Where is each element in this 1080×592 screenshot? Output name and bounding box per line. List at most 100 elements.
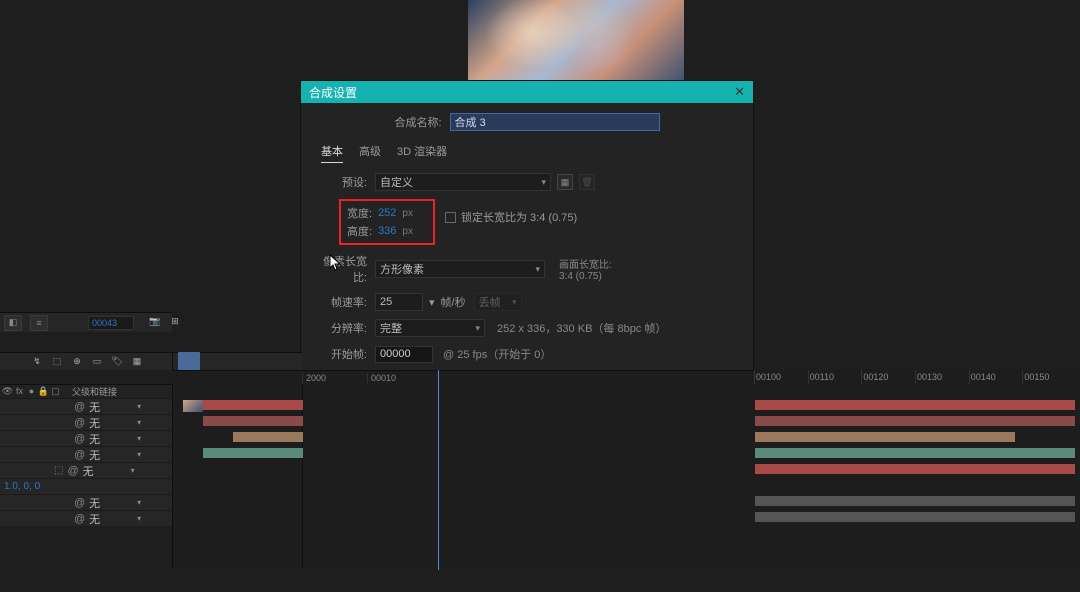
layer-row[interactable]: ⬚@ 无▾	[0, 462, 172, 478]
layer-row[interactable]: @ 无▾	[0, 510, 172, 526]
dropframe-select: 丢帧 ▾	[474, 293, 522, 311]
pixel-aspect-label: 像素长宽比:	[319, 253, 375, 285]
chevron-down-icon[interactable]: ▾	[131, 466, 135, 475]
cube-icon: ⬚	[54, 465, 63, 476]
fps-unit: 帧/秒	[441, 294, 466, 310]
solo-icon: ●	[26, 386, 37, 397]
chevron-down-icon[interactable]: ▾	[137, 418, 141, 427]
start-info: @ 25 fps（开始于 0）	[443, 346, 551, 362]
clip-bar[interactable]	[755, 416, 1075, 426]
composition-preview	[468, 0, 684, 84]
pickwhip-icon[interactable]: @	[74, 449, 85, 461]
delete-preset-icon: 🗑	[579, 174, 595, 190]
layer-list: @ 无▾ @ 无▾ @ 无▾ @ 无▾ ⬚@ 无▾	[0, 398, 172, 478]
label-icon: ▢	[50, 386, 61, 397]
clip-bar[interactable]	[203, 448, 303, 458]
eye-icon: 👁	[2, 386, 13, 397]
tabs: 基本 高级 3D 渲染器	[319, 143, 735, 163]
tool-icon[interactable]: ▭	[90, 355, 104, 369]
tool-icon[interactable]: ≡	[30, 315, 48, 331]
toolbar-row-1: ◧ ≡	[0, 312, 172, 332]
height-label: 高度:	[347, 223, 372, 239]
preset-select[interactable]: 自定义 ▾	[375, 173, 551, 191]
pickwhip-icon[interactable]: @	[74, 513, 85, 525]
tool-icon[interactable]: ↯	[30, 355, 44, 369]
preset-label: 预设:	[319, 174, 375, 190]
resolution-info: 252 x 336，330 KB（每 8bpc 帧）	[497, 320, 666, 336]
layer-thumbnail	[183, 400, 203, 412]
chevron-down-icon[interactable]: ▾	[137, 514, 141, 523]
tab-advanced[interactable]: 高级	[359, 143, 381, 163]
lock-aspect-checkbox[interactable]	[445, 212, 456, 223]
clip-bar[interactable]	[203, 416, 303, 426]
toolbar-row-2: ↯ ⬚ ⊕ ▭ 🏷 ▦	[0, 352, 172, 370]
layer-row[interactable]: @ 无▾	[0, 398, 172, 414]
fps-select[interactable]: 25	[375, 293, 423, 311]
resolution-label: 分辨率:	[319, 320, 375, 336]
layer-row[interactable]: @ 无▾	[0, 414, 172, 430]
transform-value[interactable]: 1.0, 0, 0	[0, 478, 172, 494]
tool-icon[interactable]: ◧	[4, 315, 22, 331]
fx-icon: fx	[14, 386, 25, 397]
time-ruler-right[interactable]: 00100 00110 00120 00130 00140 00150	[754, 370, 1076, 384]
clip-bar[interactable]	[755, 400, 1075, 410]
dialog-title: 合成设置	[309, 84, 357, 101]
chevron-down-icon[interactable]: ▾	[137, 434, 141, 443]
clip-bar[interactable]	[755, 512, 1075, 522]
layer-row[interactable]: @ 无▾	[0, 494, 172, 510]
chevron-down-icon: ▾	[541, 177, 546, 188]
height-value[interactable]: 336	[378, 225, 396, 237]
comp-name-label: 合成名称:	[394, 114, 449, 130]
start-timecode-label: 开始帧:	[319, 346, 375, 362]
frame-aspect-value: 3:4 (0.75)	[559, 271, 612, 282]
pickwhip-icon[interactable]: @	[74, 417, 85, 429]
resolution-select[interactable]: 完整 ▾	[375, 319, 485, 337]
chevron-down-icon[interactable]: ▾	[429, 296, 435, 309]
pickwhip-icon[interactable]: @	[74, 497, 85, 509]
layer-panel-header: 👁 fx ● 🔒 ▢ 父级和链接	[0, 384, 172, 398]
dialog-titlebar[interactable]: 合成设置 ✕	[301, 81, 753, 103]
pickwhip-icon[interactable]: @	[74, 401, 85, 413]
save-preset-icon[interactable]: ▦	[557, 174, 573, 190]
chevron-down-icon[interactable]: ▾	[137, 450, 141, 459]
width-value[interactable]: 252	[378, 207, 396, 219]
playhead-indicator[interactable]	[178, 352, 200, 370]
tool-icon[interactable]: ▦	[130, 355, 144, 369]
parent-column-header: 父级和链接	[72, 385, 117, 398]
pixel-aspect-select[interactable]: 方形像素 ▾	[375, 260, 545, 278]
layer-row[interactable]: @ 无▾	[0, 446, 172, 462]
frame-aspect-label: 画面长宽比:	[559, 256, 612, 271]
width-label: 宽度:	[347, 205, 372, 221]
timeline-tracks[interactable]	[172, 384, 1076, 568]
close-icon[interactable]: ✕	[734, 84, 745, 100]
chevron-down-icon[interactable]: ▾	[137, 498, 141, 507]
lock-icon: 🔒	[38, 386, 49, 397]
tool-icon[interactable]: ⬚	[50, 355, 64, 369]
layer-row[interactable]: @ 无▾	[0, 430, 172, 446]
fps-label: 帧速率:	[319, 294, 375, 310]
lock-aspect-label: 锁定长宽比为 3:4 (0.75)	[461, 209, 577, 225]
playhead-line[interactable]	[438, 370, 439, 570]
chevron-down-icon: ▾	[475, 323, 480, 334]
clip-bar[interactable]	[233, 432, 303, 442]
comp-name-input[interactable]	[450, 113, 660, 131]
clip-bar[interactable]	[755, 464, 1075, 474]
chevron-down-icon[interactable]: ▾	[137, 402, 141, 411]
clip-bar[interactable]	[755, 496, 1075, 506]
tab-3d-renderer[interactable]: 3D 渲染器	[397, 143, 447, 163]
width-height-highlight: 宽度: 252 px 高度: 336 px	[339, 199, 435, 245]
current-timecode[interactable]: 00043	[88, 316, 134, 330]
start-timecode-input[interactable]	[375, 346, 433, 363]
tab-basic[interactable]: 基本	[321, 143, 343, 163]
pickwhip-icon[interactable]: @	[67, 465, 78, 477]
layer-list-b: @ 无▾ @ 无▾	[0, 494, 172, 526]
clip-bar[interactable]	[203, 400, 303, 410]
chevron-down-icon: ▾	[512, 297, 517, 308]
clip-bar[interactable]	[755, 432, 1015, 442]
pickwhip-icon[interactable]: @	[74, 433, 85, 445]
camera-icon[interactable]: 📷	[148, 314, 162, 328]
tool-icon[interactable]: 🏷	[110, 355, 124, 369]
clip-bar[interactable]	[755, 448, 1075, 458]
tool-icon[interactable]: ⊕	[70, 355, 84, 369]
grid-icon[interactable]: ⊞	[168, 314, 182, 328]
